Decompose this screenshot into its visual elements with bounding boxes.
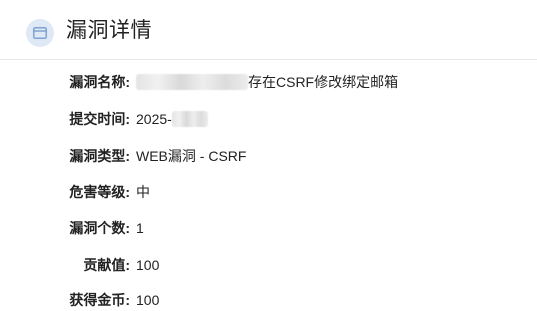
vuln-type-value: WEB漏洞 - CSRF (136, 148, 247, 164)
severity-value: 中 (136, 184, 150, 200)
detail-row-type: 漏洞类型: WEB漏洞 - CSRF (0, 145, 537, 167)
vuln-name-text: 存在CSRF修改绑定邮箱 (248, 74, 399, 90)
detail-value-time: 2025- (136, 108, 208, 130)
detail-row-time: 提交时间: 2025- (0, 108, 537, 130)
detail-label-type: 漏洞类型: (69, 148, 130, 164)
detail-row-contribution: 贡献值: 100 (0, 254, 537, 276)
card-icon (26, 19, 54, 47)
detail-value-name: 存在CSRF修改绑定邮箱 (136, 71, 398, 93)
vuln-count-value: 1 (136, 220, 144, 236)
detail-label-contribution: 贡献值: (83, 257, 130, 273)
detail-label-count: 漏洞个数: (69, 220, 130, 236)
detail-row-level: 危害等级: 中 (0, 181, 537, 203)
detail-row-name: 漏洞名称: 存在CSRF修改绑定邮箱 (0, 71, 537, 93)
detail-row-count: 漏洞个数: 1 (0, 217, 537, 239)
detail-label-time: 提交时间: (69, 111, 130, 127)
panel-header: 漏洞详情 (0, 0, 537, 60)
contribution-value: 100 (136, 257, 160, 273)
redacted-blur (171, 111, 208, 128)
submit-time-text: 2025- (136, 111, 172, 127)
detail-label-level: 危害等级: (69, 184, 130, 200)
detail-label-name: 漏洞名称: (69, 74, 130, 90)
redacted-blur (136, 74, 248, 91)
page-title: 漏洞详情 (66, 19, 152, 42)
